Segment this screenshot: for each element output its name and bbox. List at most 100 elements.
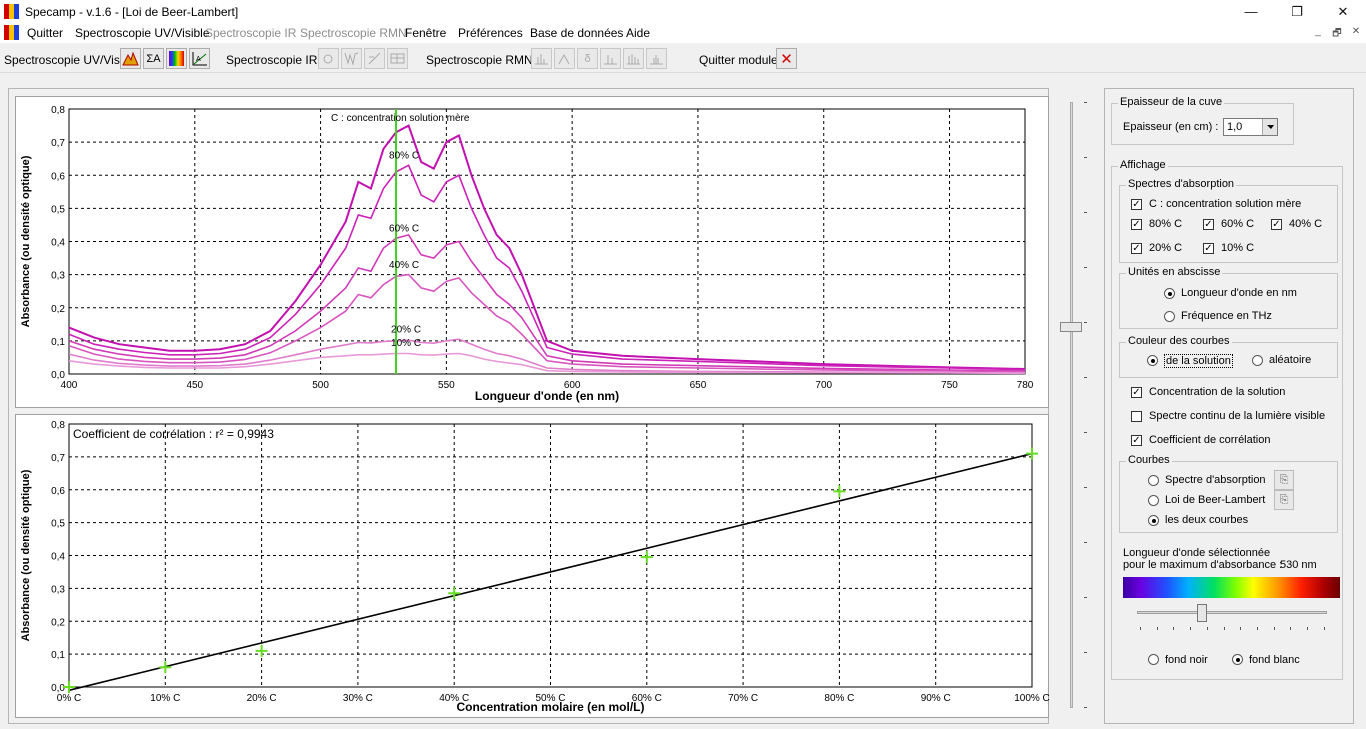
integration-icon (604, 55, 617, 65)
spectre-60-label: 60% C (1221, 218, 1255, 230)
title-bar: Specamp - v.1.6 - [Loi de Beer-Lambert] … (0, 0, 1366, 23)
x-tick-label: 780 (1017, 380, 1034, 391)
rmn-spectrum-button[interactable] (531, 48, 552, 69)
concentration-label: Concentration de la solution (1149, 386, 1286, 398)
radio-unite-nm[interactable] (1164, 288, 1175, 299)
radio-fond-blanc[interactable] (1232, 654, 1243, 665)
table-icon (390, 53, 405, 64)
copy-beer-lambert-button[interactable]: ⎘ (1274, 490, 1294, 510)
concentration-slider[interactable] (1058, 98, 1088, 713)
visible-spectrum-bar (1123, 577, 1340, 598)
y-tick-label: 0,7 (51, 138, 65, 149)
copy-icon: ⎘ (1279, 474, 1289, 486)
checkbox-concentration[interactable]: ✓ (1131, 387, 1142, 398)
x-tick-label: 100% C (1014, 693, 1050, 704)
window-title: Specamp - v.1.6 - [Loi de Beer-Lambert] (25, 5, 239, 19)
mdi-minimize-button[interactable]: _ (1310, 26, 1326, 40)
slider-tick (1084, 322, 1087, 323)
menu-quitter[interactable]: Quitter (27, 26, 63, 40)
rmn-peaks-button[interactable] (623, 48, 644, 69)
checkbox-spectre-80[interactable]: ✓ (1131, 219, 1142, 230)
checkbox-spectre-continu[interactable] (1131, 411, 1142, 422)
y-tick-label: 0,5 (51, 204, 65, 215)
menu-preferences[interactable]: Préférences (458, 26, 523, 40)
checkbox-spectre-40[interactable]: ✓ (1271, 219, 1282, 230)
radio-couleur-aleatoire[interactable] (1252, 355, 1263, 366)
uv-spectrum-button[interactable] (120, 48, 141, 69)
minimize-button[interactable]: — (1228, 0, 1274, 23)
x-tick-label: 20% C (247, 693, 277, 704)
lambda-slider-tick (1206, 627, 1208, 630)
close-button[interactable]: ✕ (1320, 0, 1366, 23)
radio-courbe-deux[interactable] (1148, 515, 1159, 526)
lambda-slider-tick (1290, 627, 1292, 630)
slider-tick (1084, 597, 1087, 598)
series-annotation: 20% C (391, 325, 421, 336)
radio-fond-noir[interactable] (1148, 654, 1159, 665)
rmn-delta-button[interactable]: δ (577, 48, 598, 69)
maximize-button[interactable]: ❐ (1274, 0, 1320, 23)
spectres-group-label: Spectres d'absorption (1126, 178, 1237, 190)
quit-module-button[interactable]: ✕ (776, 48, 797, 69)
toolbar: Spectroscopie UV/Vis : ΣA A Spectroscopi… (0, 45, 1366, 73)
radio-unite-thz[interactable] (1164, 311, 1175, 322)
slider-tick (1084, 707, 1087, 708)
y-tick-label: 0,0 (51, 683, 65, 694)
color-spectrum-button[interactable] (166, 48, 187, 69)
copy-spectrum-button[interactable]: ⎘ (1274, 470, 1294, 490)
checkbox-spectre-20[interactable]: ✓ (1131, 243, 1142, 254)
rmn-integration-button[interactable] (600, 48, 621, 69)
ir-molecule-button[interactable] (318, 48, 339, 69)
spectrum-peak-icon (122, 51, 139, 66)
x-tick-label: 450 (186, 380, 203, 391)
x-tick-label: 80% C (824, 693, 854, 704)
uv-label: Spectroscopie UV/Vis : (4, 53, 127, 67)
beer-lambert-chart[interactable]: 0% C 10% C 20% C 30% C 40% C 50% C 60% C 70% C8… (16, 415, 1050, 719)
lambda-slider-tick (1190, 627, 1192, 630)
courbes-group-label: Courbes (1126, 454, 1172, 466)
checkbox-spectre-60[interactable]: ✓ (1203, 219, 1214, 230)
slider-tick (1084, 212, 1087, 213)
beer-lambert-button[interactable]: A (189, 48, 210, 69)
slider-tick (1084, 267, 1087, 268)
ir-table-button[interactable] (387, 48, 408, 69)
checkbox-spectre-mere[interactable]: ✓ (1131, 199, 1142, 210)
chevron-down-icon[interactable] (1262, 119, 1277, 135)
sum-absorbance-button[interactable]: ΣA (143, 48, 164, 69)
rmn-spectrum-icon (535, 54, 548, 65)
checkbox-spectre-10[interactable]: ✓ (1203, 243, 1214, 254)
absorption-spectrum-chart[interactable]: 400 450 500 550 600 650 700 750 7800,00,10,20,30… (16, 97, 1050, 409)
menu-base-donnees[interactable]: Base de données (530, 26, 623, 40)
menu-fenetre[interactable]: Fenêtre (405, 26, 446, 40)
radio-courbe-spectre[interactable] (1148, 475, 1159, 486)
checkbox-coef-correlation[interactable]: ✓ (1131, 435, 1142, 446)
rmn-multiplet-button[interactable] (646, 48, 667, 69)
ir-spectrum-button[interactable] (341, 48, 362, 69)
x-tick-label: 750 (941, 380, 958, 391)
couleur-solution-label: de la solution (1164, 354, 1233, 368)
lambda-slider-thumb[interactable] (1196, 604, 1207, 622)
lambda-slider[interactable] (1137, 611, 1327, 614)
y-tick-label: 0,4 (51, 552, 65, 563)
ir-label: Spectroscopie IR : (226, 53, 325, 67)
slider-thumb[interactable] (1060, 322, 1082, 332)
copy-icon: ⎘ (1279, 494, 1289, 506)
y-tick-label: 0,2 (51, 617, 65, 628)
spectre-40-label: 40% C (1289, 218, 1323, 230)
couleur-aleatoire-label: aléatoire (1269, 354, 1312, 366)
mdi-close-button[interactable]: ✕ (1348, 26, 1364, 40)
radio-courbe-loi[interactable] (1148, 495, 1159, 506)
menu-spectro-uv[interactable]: Spectroscopie UV/Visible (75, 26, 210, 40)
menu-aide[interactable]: Aide (626, 26, 650, 40)
menu-spectro-rmn[interactable]: Spectroscopie RMN (300, 26, 407, 40)
slider-tick (1084, 377, 1087, 378)
mdi-restore-button[interactable]: 🗗 (1329, 26, 1345, 40)
menu-spectro-ir[interactable]: Spectroscopie IR (205, 26, 296, 40)
menu-bar: Quitter Spectroscopie UV/Visible Spectro… (0, 23, 1366, 43)
rmn-molecule-button[interactable] (554, 48, 575, 69)
spectre-continu-label: Spectre continu de la lumière visible (1149, 410, 1326, 422)
cuve-thickness-select[interactable]: 1,0 (1223, 118, 1278, 136)
radio-couleur-solution[interactable] (1147, 355, 1158, 366)
ir-compare-button[interactable] (364, 48, 385, 69)
y-tick-label: 0,6 (51, 486, 65, 497)
